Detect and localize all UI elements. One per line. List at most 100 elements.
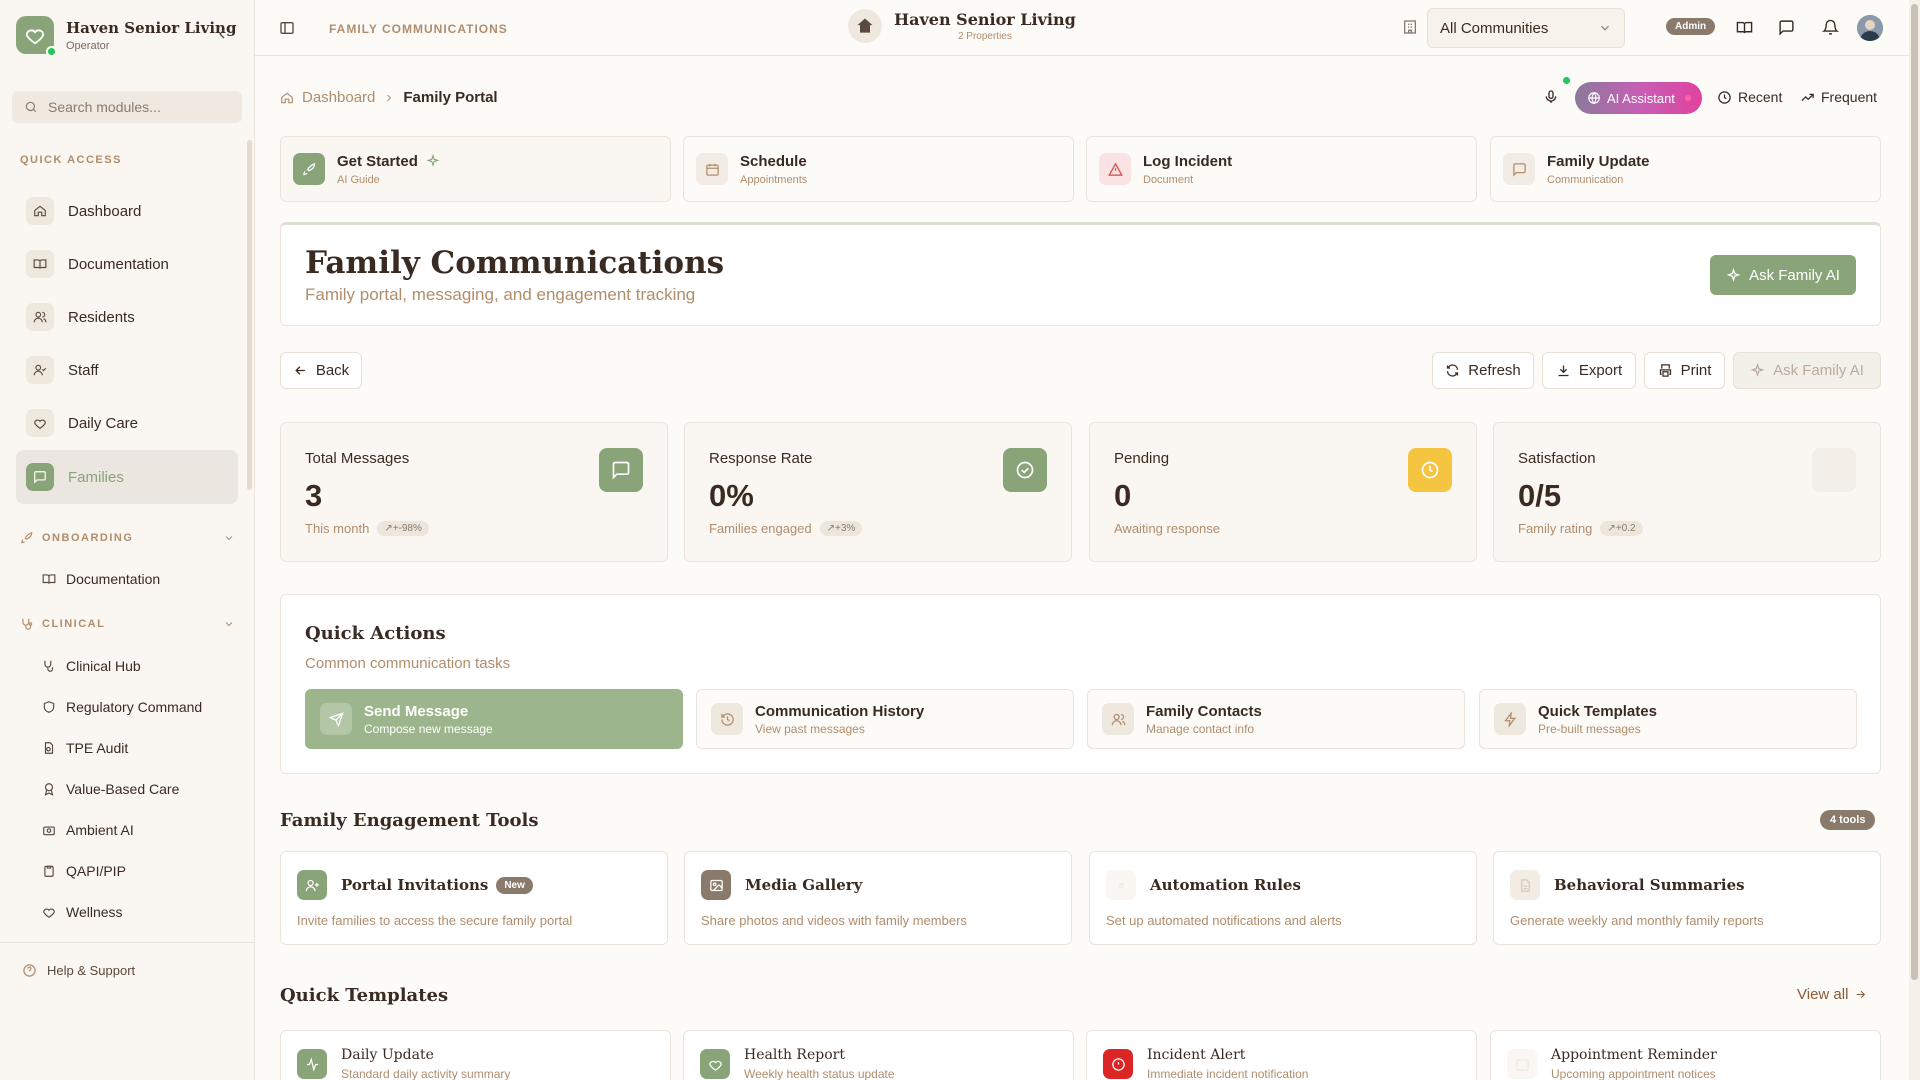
quick-access-label: QUICK ACCESS (20, 154, 122, 166)
page-scrollbar-thumb[interactable] (1911, 4, 1918, 980)
sidebar-item-documentation[interactable]: Documentation (16, 241, 238, 287)
sidebar-item-daily-care[interactable]: Daily Care (16, 400, 238, 446)
view-all-link[interactable]: View all (1797, 986, 1867, 1003)
card-subtitle: Appointments (740, 173, 808, 186)
image-icon (701, 870, 731, 900)
template-appointment-reminder[interactable]: Appointment Reminder Upcoming appointmen… (1490, 1030, 1881, 1080)
refresh-button[interactable]: Refresh (1432, 352, 1534, 389)
tool-title: Media Gallery (745, 876, 863, 894)
building-icon (1402, 19, 1418, 35)
microphone-icon[interactable] (1543, 89, 1559, 105)
panel-toggle-icon[interactable] (279, 20, 295, 36)
star-icon (1812, 448, 1856, 492)
heart-pulse-icon (42, 905, 56, 919)
stat-sub: This month (305, 521, 370, 536)
heart-logo-icon (16, 16, 57, 57)
sidebar-item-onboarding-documentation[interactable]: Documentation (42, 571, 160, 587)
heart-icon (26, 409, 54, 437)
template-health-report[interactable]: Health Report Weekly health status updat… (683, 1030, 1074, 1080)
send-message-button[interactable]: Send Message Compose new message (305, 689, 683, 749)
export-button[interactable]: Export (1542, 352, 1636, 389)
sidebar-item-tpe-audit[interactable]: TPE Audit (42, 740, 128, 756)
stat-value: 0% (709, 478, 754, 513)
stat-label: Satisfaction (1518, 450, 1596, 467)
search-input[interactable]: Search modules... (12, 91, 242, 123)
get-started-card[interactable]: Get Started AI Guide (280, 136, 671, 202)
users-icon (1102, 703, 1134, 735)
ask-family-ai-button[interactable]: Ask Family AI (1710, 255, 1856, 295)
sidebar-item-dashboard[interactable]: Dashboard (16, 188, 238, 234)
behavioral-summaries-card[interactable]: Behavioral Summaries Generate weekly and… (1493, 851, 1881, 945)
bell-icon[interactable] (1822, 19, 1839, 36)
house-logo-icon (848, 9, 882, 43)
template-daily-update[interactable]: Daily Update Standard daily activity sum… (280, 1030, 671, 1080)
ask-family-ai-toolbar-button[interactable]: Ask Family AI (1733, 352, 1881, 389)
template-title: Health Report (744, 1047, 845, 1063)
message-icon[interactable] (1778, 19, 1795, 36)
admin-badge[interactable]: Admin (1666, 18, 1716, 35)
sidebar-item-regulatory-command[interactable]: Regulatory Command (42, 699, 202, 715)
media-gallery-card[interactable]: Media Gallery Share photos and videos wi… (684, 851, 1072, 945)
template-title: Daily Update (341, 1047, 434, 1063)
tool-description: Generate weekly and monthly family repor… (1510, 913, 1764, 928)
frequent-button[interactable]: Frequent (1800, 89, 1877, 105)
breadcrumb-dashboard-link[interactable]: Dashboard (302, 89, 375, 106)
family-update-card[interactable]: Family Update Communication (1490, 136, 1881, 202)
community-select[interactable]: All Communities (1427, 8, 1625, 48)
portal-invitations-card[interactable]: Portal Invitations New Invite families to… (280, 851, 668, 945)
help-support-link[interactable]: Help & Support (22, 963, 135, 978)
quick-templates-button[interactable]: Quick Templates Pre-built messages (1479, 689, 1857, 749)
sidebar-item-ambient-ai[interactable]: Ambient AI (42, 822, 134, 838)
ai-assistant-button[interactable]: AI Assistant (1575, 82, 1702, 114)
template-incident-alert[interactable]: Incident Alert Immediate incident notifi… (1086, 1030, 1477, 1080)
card-title: Get Started (337, 152, 418, 170)
automation-rules-card[interactable]: Automation Rules Set up automated notifi… (1089, 851, 1477, 945)
sidebar-item-residents[interactable]: Residents (16, 294, 238, 340)
sidebar-item-label: Daily Care (68, 414, 139, 432)
sidebar-item-wellness[interactable]: Wellness (42, 904, 123, 920)
sidebar-item-clinical-hub[interactable]: Clinical Hub (42, 658, 141, 674)
brand[interactable]: Haven Senior Living Operator (16, 16, 236, 57)
sidebar-scrollbar[interactable] (247, 140, 252, 490)
new-badge: New (496, 876, 533, 894)
ask-label: Ask Family AI (1749, 266, 1840, 284)
trend-badge: ↗+-98% (377, 521, 429, 536)
page-heading: Family Communications (305, 245, 725, 281)
alert-triangle-icon (1099, 153, 1131, 185)
sidebar-item-value-based-care[interactable]: Value-Based Care (42, 781, 179, 797)
book-icon[interactable] (1736, 19, 1753, 36)
online-status-dot (46, 46, 57, 57)
property-switcher[interactable]: Haven Senior Living 2 Properties (848, 9, 1076, 43)
tool-title: Behavioral Summaries (1554, 876, 1745, 894)
file-search-icon (42, 741, 56, 755)
avatar[interactable] (1857, 15, 1883, 41)
communication-history-button[interactable]: Communication History View past messages (696, 689, 1074, 749)
sidebar-item-families[interactable]: Families (16, 450, 238, 504)
family-contacts-button[interactable]: Family Contacts Manage contact info (1087, 689, 1465, 749)
send-icon (320, 703, 352, 735)
trend-badge: ↗+0.2 (1600, 521, 1643, 536)
breadcrumb-current: Family Portal (403, 89, 498, 106)
stethoscope-icon (42, 659, 56, 673)
stat-value: 3 (305, 478, 323, 513)
chevron-left-icon[interactable] (214, 26, 230, 42)
recent-button[interactable]: Recent (1717, 89, 1782, 105)
action-title: Quick Templates (1538, 702, 1657, 720)
back-label: Back (315, 362, 350, 379)
schedule-card[interactable]: Schedule Appointments (683, 136, 1074, 202)
sidebar-item-qapi-pip[interactable]: QAPI/PIP (42, 863, 126, 879)
sidebar-item-staff[interactable]: Staff (16, 347, 238, 393)
action-title: Family Contacts (1146, 702, 1262, 720)
divider (0, 942, 255, 943)
sidebar-item-label: Residents (68, 308, 135, 326)
onboarding-group-toggle[interactable]: ONBOARDING (20, 531, 235, 545)
print-button[interactable]: Print (1644, 352, 1725, 389)
trending-up-icon (1800, 90, 1815, 105)
breadcrumb: Dashboard Family Portal (280, 89, 498, 106)
tool-title: Automation Rules (1150, 876, 1301, 894)
back-button[interactable]: Back (280, 352, 362, 389)
clinical-group-toggle[interactable]: CLINICAL (20, 617, 235, 631)
sidebar-item-label: Wellness (66, 904, 123, 920)
stat-card-total-messages: Total Messages 3 This month ↗+-98% (280, 422, 668, 562)
log-incident-card[interactable]: Log Incident Document (1086, 136, 1477, 202)
